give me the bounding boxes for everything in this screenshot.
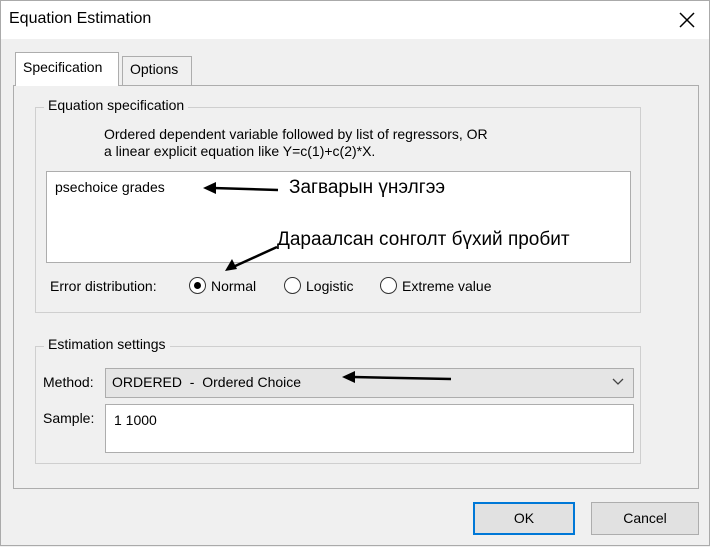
equation-estimation-dialog: Equation Estimation Specification Option…: [0, 0, 710, 546]
close-button[interactable]: [671, 4, 703, 36]
error-distribution-label: Error distribution:: [50, 278, 157, 294]
method-selected-value: ORDERED - Ordered Choice: [112, 374, 302, 390]
radio-normal[interactable]: Normal: [189, 275, 269, 297]
radio-logistic[interactable]: Logistic: [284, 275, 370, 297]
sample-input[interactable]: 1 1000: [105, 404, 634, 453]
annotation-ordered-probit: Дараалсан сонголт бүхий пробит: [277, 229, 570, 250]
window-title: Equation Estimation: [9, 10, 152, 27]
equation-specification-legend: Equation specification: [44, 97, 189, 113]
close-icon: [679, 12, 695, 28]
instruction-line-2: a linear explicit equation like Y=c(1)+c…: [104, 143, 376, 159]
cancel-button[interactable]: Cancel: [591, 502, 699, 535]
chevron-down-icon: [612, 378, 624, 385]
radio-normal-label: Normal: [211, 278, 257, 294]
equation-instructions: Ordered dependent variable followed by l…: [104, 126, 488, 160]
instruction-line-1: Ordered dependent variable followed by l…: [104, 126, 488, 142]
radio-logistic-label: Logistic: [306, 278, 354, 294]
radio-extreme-value[interactable]: Extreme value: [380, 275, 510, 297]
tab-specification-label: Specification: [23, 59, 103, 75]
tab-specification[interactable]: Specification: [15, 52, 119, 86]
radio-extreme-value-circle: [380, 277, 397, 294]
radio-selected-dot: [194, 282, 201, 289]
radio-normal-circle: [189, 277, 206, 294]
title-bar: Equation Estimation: [1, 1, 709, 39]
estimation-settings-legend: Estimation settings: [44, 336, 170, 352]
tab-options-label: Options: [130, 61, 179, 77]
sample-label: Sample:: [43, 410, 95, 426]
ok-button[interactable]: OK: [473, 502, 575, 535]
radio-logistic-circle: [284, 277, 301, 294]
method-label: Method:: [43, 374, 94, 390]
radio-extreme-value-label: Extreme value: [402, 278, 492, 294]
method-dropdown[interactable]: ORDERED - Ordered Choice: [105, 368, 634, 398]
tab-options[interactable]: Options: [122, 56, 192, 86]
annotation-model-evaluation: Загварын үнэлгээ: [289, 177, 446, 198]
